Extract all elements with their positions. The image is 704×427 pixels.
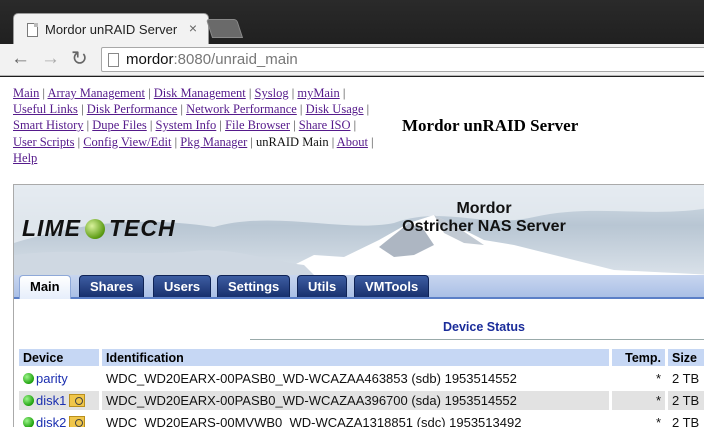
nav-link-user-scripts[interactable]: User Scripts (13, 135, 74, 149)
size-cell: 2 TB (668, 369, 704, 388)
nav-link-useful-links[interactable]: Useful Links (13, 102, 78, 116)
page-content: Main | Array Management | Disk Managemen… (0, 77, 704, 427)
url-host: mordor (126, 51, 174, 68)
browser-tab[interactable]: Mordor unRAID Server × (13, 13, 209, 44)
temp-cell: * (612, 369, 665, 388)
page-icon (108, 53, 119, 67)
temp-cell: * (612, 413, 665, 427)
nav-separator: | (77, 102, 87, 117)
nav-separator: | (145, 86, 154, 100)
nav-link-syslog[interactable]: Syslog (255, 86, 289, 100)
tab-settings[interactable]: Settings (217, 275, 291, 297)
column-header-size: Size (668, 349, 704, 366)
tab-main[interactable]: Main (19, 275, 71, 299)
nav-link-pkg-manager[interactable]: Pkg Manager (180, 135, 247, 149)
device-cell: parity (19, 369, 99, 388)
nav-separator: | (290, 118, 299, 133)
device-name-link[interactable]: disk2 (36, 415, 66, 427)
nav-link-help[interactable]: Help (13, 151, 37, 165)
tab-users[interactable]: Users (153, 275, 212, 297)
nav-link-unraid-main: unRAID Main (256, 134, 329, 149)
nav-separator: | (363, 102, 370, 117)
nav-link-main[interactable]: Main (13, 86, 39, 100)
nav-link-mymain[interactable]: myMain (297, 86, 339, 100)
status-dot-icon (23, 395, 34, 406)
banner: LIME TECH Mordor Ostricher NAS Server (14, 185, 704, 275)
table-row: disk2 WDC_WD20EARS-00MVWB0_WD-WCAZA131885… (19, 413, 704, 427)
main-tab-bar: Main Shares Users Settings Utils VMTools (14, 275, 704, 299)
browse-folder-icon[interactable] (69, 416, 86, 427)
table-row: disk1 WDC_WD20EARX-00PASB0_WD-WCAZAA39670… (19, 391, 704, 410)
tab-title: Mordor unRAID Server (45, 22, 178, 37)
column-header-temp: Temp. (612, 349, 665, 366)
divider (250, 339, 704, 340)
column-header-identification: Identification (102, 349, 609, 366)
identification-cell: WDC_WD20EARX-00PASB0_WD-WCAZAA396700 (sd… (102, 391, 609, 410)
status-dot-icon (23, 417, 34, 427)
browser-toolbar: ← → ↻ mordor:8080/unraid_main (0, 44, 704, 76)
new-tab-button[interactable] (205, 19, 244, 38)
identification-cell: WDC_WD20EARX-00PASB0_WD-WCAZAA463853 (sd… (102, 369, 609, 388)
device-status-title: Device Status (443, 320, 525, 334)
tab-shares[interactable]: Shares (79, 275, 145, 297)
address-bar[interactable]: mordor:8080/unraid_main (101, 47, 704, 72)
nav-link-disk-management[interactable]: Disk Management (154, 86, 246, 100)
nav-separator: | (171, 134, 181, 149)
nav-separator: | (350, 118, 357, 133)
nav-link-about[interactable]: About (337, 135, 368, 149)
url-path: :8080/unraid_main (173, 51, 298, 68)
limetech-logo: LIME TECH (22, 215, 176, 241)
nav-separator: | (74, 134, 84, 149)
nav-separator: | (367, 134, 374, 149)
device-name-link[interactable]: parity (36, 371, 68, 386)
nav-separator: | (328, 134, 337, 149)
nav-link-file-browser[interactable]: File Browser (225, 118, 290, 132)
arrow-right-icon[interactable]: → (41, 49, 60, 69)
nav-link-config-view-edit[interactable]: Config View/Edit (83, 135, 171, 149)
nav-link-array-management[interactable]: Array Management (47, 86, 145, 100)
nav-separator: | (339, 86, 346, 100)
nav-separator: | (296, 102, 306, 117)
nav-link-disk-usage[interactable]: Disk Usage (306, 102, 364, 116)
server-title: Mordor unRAID Server (402, 116, 579, 135)
nav-link-share-iso[interactable]: Share ISO (299, 118, 351, 132)
nav-separator: | (247, 134, 257, 149)
tab-vmtools[interactable]: VMTools (354, 275, 430, 297)
nav-separator: | (245, 86, 255, 100)
unraid-panel: LIME TECH Mordor Ostricher NAS Server Mai… (13, 184, 704, 427)
nav-separator: | (177, 102, 187, 117)
lime-logo-icon (84, 219, 105, 239)
status-dot-icon (23, 373, 34, 384)
size-cell: 2 TB (668, 391, 704, 410)
nav-link-disk-performance[interactable]: Disk Performance (87, 102, 178, 116)
device-cell: disk1 (19, 391, 99, 410)
banner-title: Mordor Ostricher NAS Server (402, 200, 566, 235)
nav-link-network-performance[interactable]: Network Performance (186, 102, 297, 116)
table-row: parity WDC_WD20EARX-00PASB0_WD-WCAZAA4638… (19, 369, 704, 388)
device-cell: disk2 (19, 413, 99, 427)
temp-cell: * (612, 391, 665, 410)
device-status-table: Device Identification Temp. Size parity W… (16, 346, 704, 427)
tab-utils[interactable]: Utils (297, 275, 348, 297)
nav-link-system-info[interactable]: System Info (156, 118, 217, 132)
nav-separator: | (83, 118, 93, 133)
top-navigation: Main | Array Management | Disk Managemen… (13, 85, 403, 166)
nav-separator: | (216, 118, 226, 133)
arrow-left-icon[interactable]: ← (11, 49, 30, 69)
identification-cell: WDC_WD20EARS-00MVWB0_WD-WCAZA1318851 (sd… (102, 413, 609, 427)
nav-link-smart-history[interactable]: Smart History (13, 118, 83, 132)
device-name-link[interactable]: disk1 (36, 393, 66, 408)
browser-titlebar: Mordor unRAID Server × (0, 0, 704, 44)
table-header-row: Device Identification Temp. Size (19, 349, 704, 366)
nav-link-dupe-files[interactable]: Dupe Files (92, 118, 147, 132)
close-icon[interactable]: × (189, 20, 197, 36)
nav-separator: | (146, 118, 156, 133)
column-header-device: Device (19, 349, 99, 366)
page-icon (27, 23, 38, 37)
size-cell: 2 TB (668, 413, 704, 427)
reload-icon[interactable]: ↻ (71, 49, 88, 69)
browse-folder-icon[interactable] (69, 394, 86, 407)
